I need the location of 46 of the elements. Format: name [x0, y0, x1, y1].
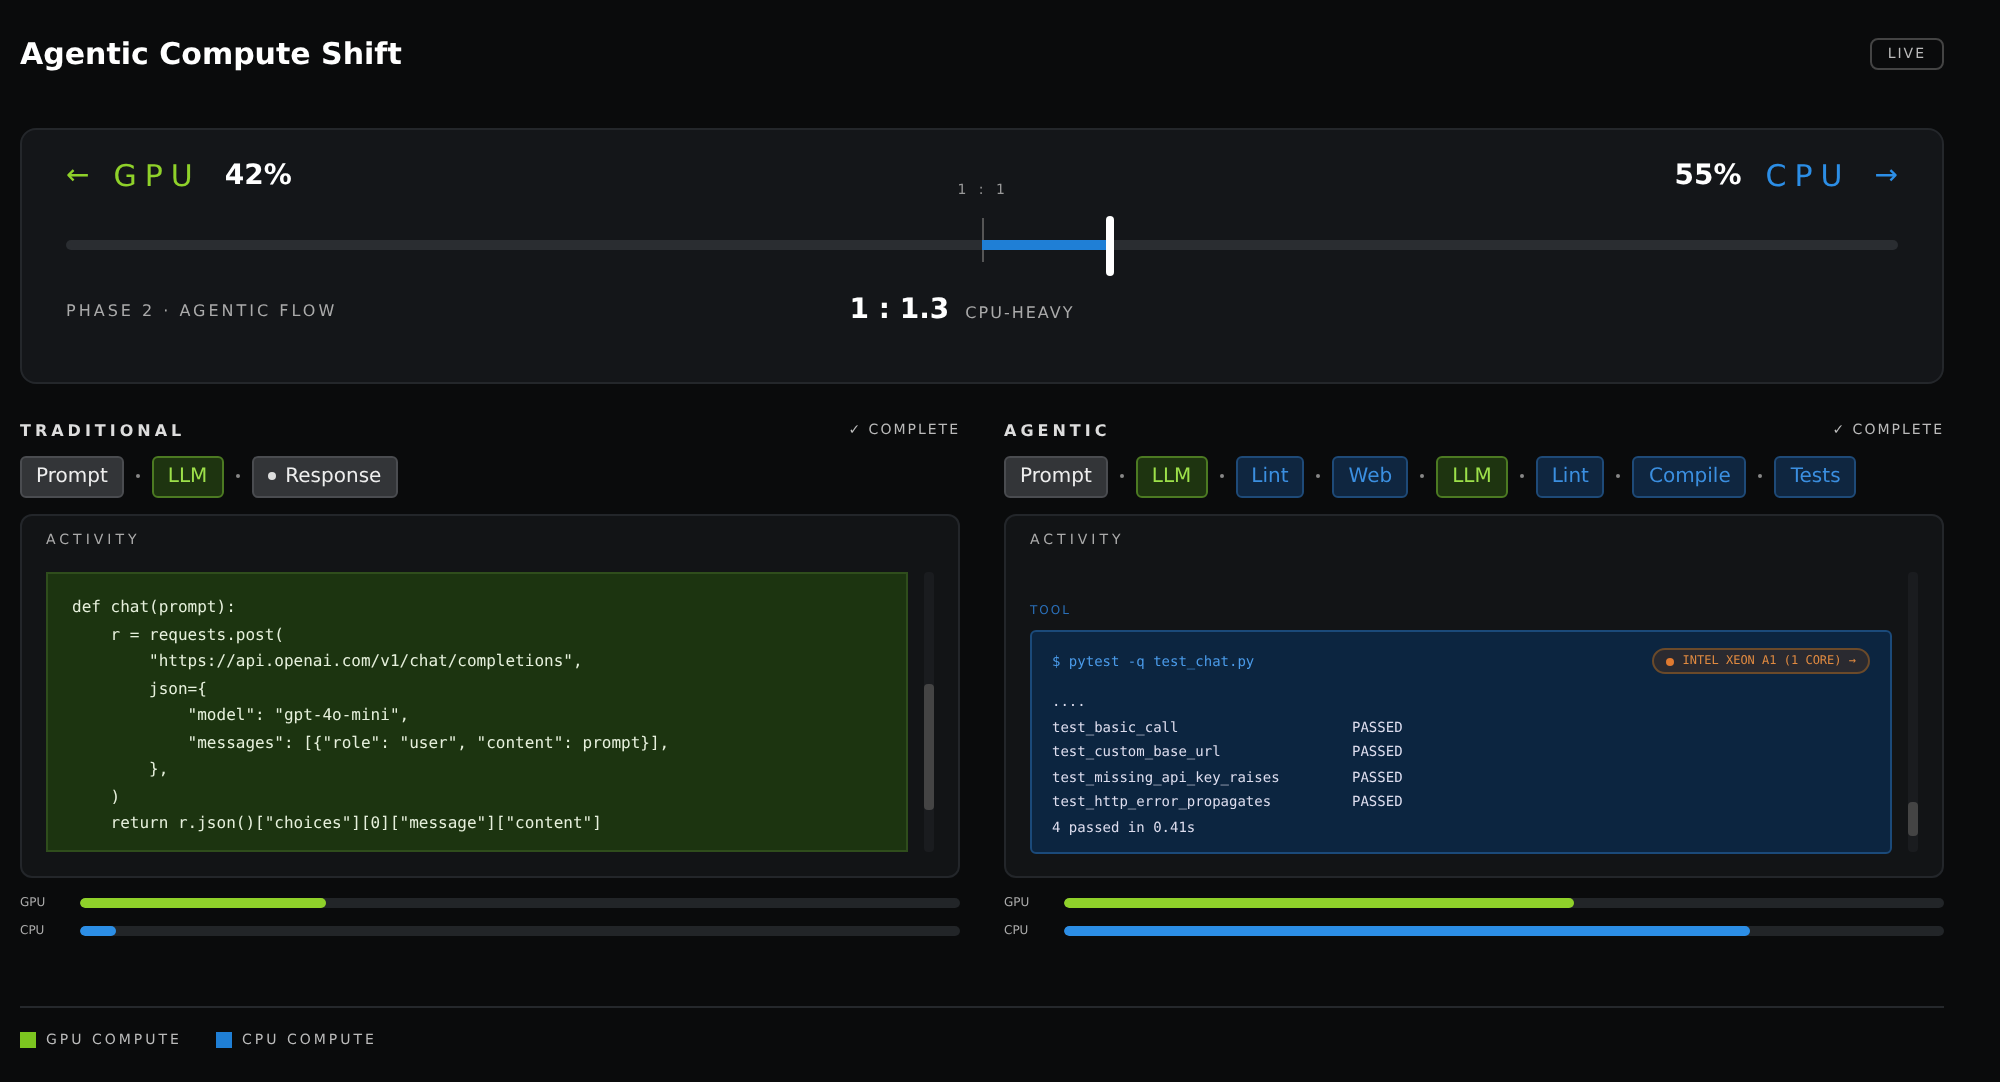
pipeline-step: LLM: [1436, 455, 1508, 497]
step-separator-icon: [1758, 474, 1763, 478]
balance-slider[interactable]: [66, 214, 1898, 278]
code-line: "model": "gpt-4o-mini",: [185, 704, 412, 728]
step-separator-icon: [1420, 474, 1425, 478]
pipeline-step: Lint: [1535, 455, 1605, 497]
gpu-share: 42%: [224, 160, 292, 192]
pipeline-step: Response: [251, 455, 398, 497]
code-line: r = requests.post(: [108, 623, 286, 648]
pipeline-step: LLM: [1135, 455, 1208, 497]
pipeline-step: Lint: [1235, 455, 1305, 497]
code-line: json={: [147, 677, 209, 702]
code-line: "messages": [{"role": "user", "content": prompt}],: [185, 731, 672, 756]
code-line: def chat(prompt):: [72, 596, 238, 620]
pipeline-step: Prompt: [20, 455, 124, 497]
ratio-value: 1 : 1.3: [849, 294, 950, 326]
left-arrow-icon: ←: [66, 160, 90, 192]
code-line: },: [147, 758, 171, 782]
step-separator-icon: [1519, 474, 1524, 478]
code-line: "https://api.openai.com/v1/chat/completions",: [147, 650, 585, 674]
pipeline-step: Web: [1332, 455, 1409, 497]
code-line: ): [108, 785, 123, 809]
step-separator-icon: [235, 474, 240, 478]
cpu-share: 55%: [1674, 160, 1742, 192]
step-separator-icon: [1316, 474, 1321, 478]
gpu-label: GPU: [113, 158, 201, 194]
pipeline-step: Tests: [1774, 455, 1857, 497]
page-title: Agentic Compute Shift: [20, 36, 402, 72]
pipeline-step: Prompt: [1004, 455, 1108, 497]
slider-thumb[interactable]: [1106, 216, 1115, 276]
scrollbar[interactable]: [924, 572, 934, 852]
panel-title: AGENTIC: [1004, 421, 1111, 439]
code-line: return r.json()["choices"][0]["message"]["content"]: [108, 812, 604, 836]
phase-label: PHASE 2 · AGENTIC FLOW: [66, 301, 340, 319]
step-separator-icon: [1219, 474, 1224, 478]
step-separator-icon: [1119, 474, 1124, 478]
pipeline-step: Compile: [1632, 455, 1747, 497]
step-separator-icon: [135, 474, 140, 478]
ratio-note: CPU-HEAVY: [965, 304, 1075, 322]
dot-icon: [267, 472, 276, 480]
pipeline-step: LLM: [151, 455, 224, 497]
panel-title: TRADITIONAL: [20, 421, 186, 439]
scrollbar[interactable]: [1908, 572, 1918, 852]
cpu-label: CPU: [1765, 158, 1851, 194]
step-separator-icon: [1616, 474, 1621, 478]
right-arrow-icon: →: [1874, 160, 1898, 192]
